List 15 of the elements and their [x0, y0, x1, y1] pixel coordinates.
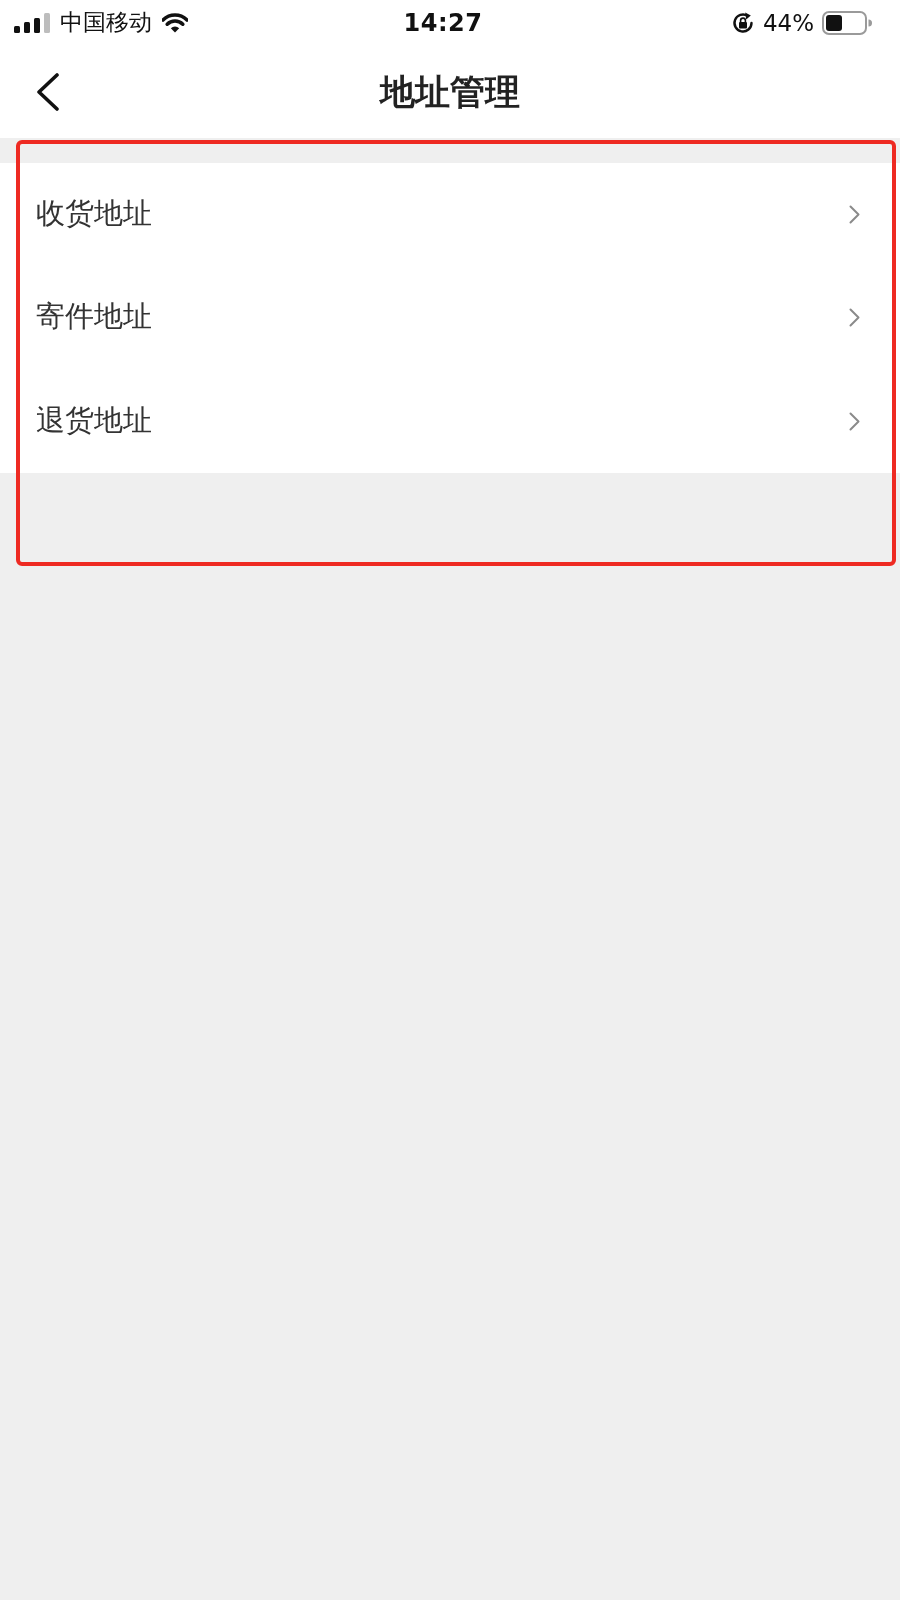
status-time: 14:27	[403, 8, 483, 37]
signal-icon	[14, 12, 50, 33]
battery-percentage: 44%	[762, 9, 814, 36]
address-menu-item[interactable]: 退货地址	[0, 369, 900, 473]
rotation-lock-icon	[730, 10, 755, 35]
wifi-icon	[162, 12, 188, 33]
chevron-right-icon	[849, 307, 860, 327]
back-icon[interactable]	[36, 73, 60, 111]
chevron-right-icon	[849, 411, 860, 431]
chevron-right-icon	[849, 204, 860, 224]
address-menu-item[interactable]: 寄件地址	[0, 265, 900, 369]
page-title: 地址管理	[380, 70, 520, 113]
carrier-name: 中国移动	[60, 8, 152, 37]
battery-icon	[822, 10, 872, 35]
address-menu-item[interactable]: 收货地址	[0, 163, 900, 265]
